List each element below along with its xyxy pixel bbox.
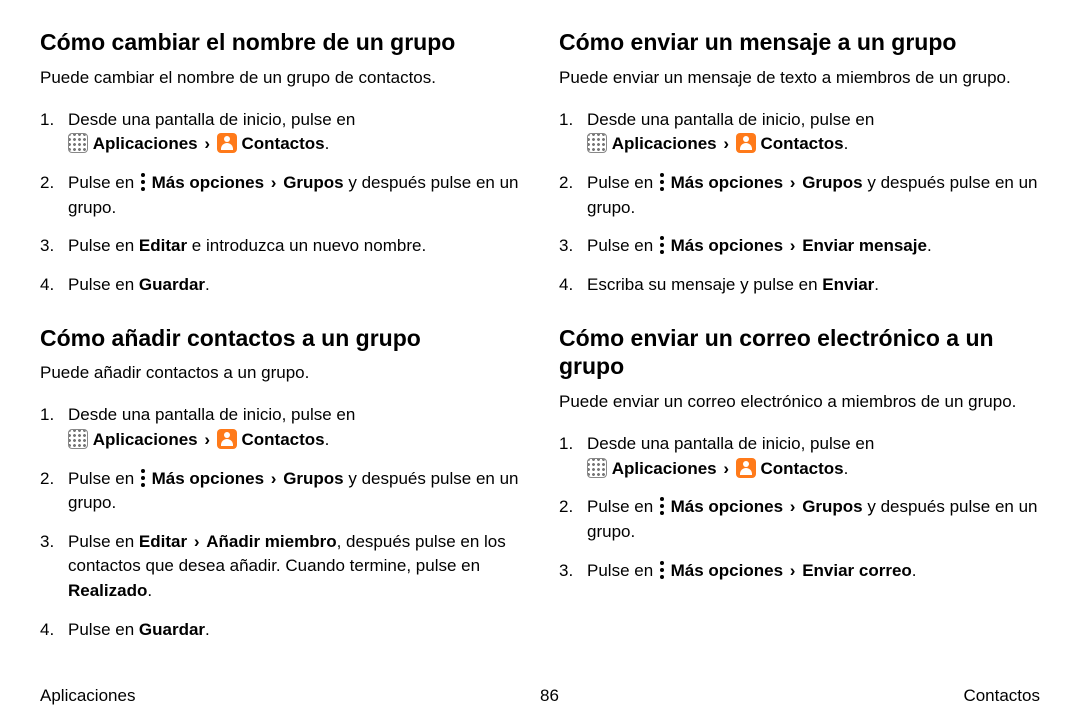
more-icon — [139, 173, 147, 191]
list-item: Pulse en Editar e introduzca un nuevo no… — [40, 234, 521, 259]
apps-icon — [68, 429, 88, 449]
list-item: Escriba su mensaje y pulse en Enviar. — [559, 273, 1040, 298]
section-send-message: Cómo enviar un mensaje a un grupo Puede … — [559, 28, 1040, 298]
intro-text: Puede añadir contactos a un grupo. — [40, 362, 521, 385]
list-item: Pulse en Más opciones › Grupos y después… — [40, 467, 521, 516]
step-list: Desde una pantalla de inicio, pulse en A… — [559, 432, 1040, 583]
list-item: Desde una pantalla de inicio, pulse en A… — [40, 108, 521, 157]
list-item: Pulse en Guardar. — [40, 273, 521, 298]
more-icon — [658, 173, 666, 191]
chevron-icon: › — [192, 532, 202, 551]
chevron-icon: › — [269, 173, 279, 192]
more-icon — [658, 561, 666, 579]
chevron-icon: › — [202, 134, 212, 153]
list-item: Desde una pantalla de inicio, pulse en A… — [559, 432, 1040, 481]
more-icon — [658, 236, 666, 254]
section-send-email: Cómo enviar un correo electrónico a un g… — [559, 324, 1040, 584]
heading: Cómo cambiar el nombre de un grupo — [40, 28, 521, 57]
list-item: Pulse en Más opciones › Enviar mensaje. — [559, 234, 1040, 259]
list-item: Pulse en Más opciones › Grupos y después… — [40, 171, 521, 220]
list-item: Desde una pantalla de inicio, pulse en A… — [559, 108, 1040, 157]
right-column: Cómo enviar un mensaje a un grupo Puede … — [559, 28, 1040, 678]
step-list: Desde una pantalla de inicio, pulse en A… — [559, 108, 1040, 298]
contacts-icon — [217, 429, 237, 449]
more-icon — [658, 497, 666, 515]
contacts-label: Contactos — [241, 134, 324, 153]
section-add-contacts: Cómo añadir contactos a un grupo Puede a… — [40, 324, 521, 643]
chevron-icon: › — [269, 469, 279, 488]
step-list: Desde una pantalla de inicio, pulse en A… — [40, 403, 521, 642]
apps-icon — [587, 133, 607, 153]
footer-right: Contactos — [963, 686, 1040, 706]
intro-text: Puede cambiar el nombre de un grupo de c… — [40, 67, 521, 90]
chevron-icon: › — [788, 236, 798, 255]
apps-label: Aplicaciones — [93, 134, 198, 153]
chevron-icon: › — [721, 134, 731, 153]
chevron-icon: › — [788, 497, 798, 516]
chevron-icon: › — [788, 561, 798, 580]
heading: Cómo enviar un correo electrónico a un g… — [559, 324, 1040, 382]
more-icon — [139, 469, 147, 487]
list-item: Pulse en Guardar. — [40, 618, 521, 643]
contacts-icon — [217, 133, 237, 153]
list-item: Pulse en Más opciones › Enviar correo. — [559, 559, 1040, 584]
step-list: Desde una pantalla de inicio, pulse en A… — [40, 108, 521, 298]
list-item: Pulse en Más opciones › Grupos y después… — [559, 171, 1040, 220]
list-item: Pulse en Editar › Añadir miembro, despué… — [40, 530, 521, 604]
heading: Cómo enviar un mensaje a un grupo — [559, 28, 1040, 57]
page-footer: Aplicaciones 86 Contactos — [40, 678, 1040, 706]
heading: Cómo añadir contactos a un grupo — [40, 324, 521, 353]
apps-icon — [587, 458, 607, 478]
contacts-icon — [736, 133, 756, 153]
page-content: Cómo cambiar el nombre de un grupo Puede… — [40, 28, 1040, 678]
footer-left: Aplicaciones — [40, 686, 135, 706]
intro-text: Puede enviar un correo electrónico a mie… — [559, 391, 1040, 414]
chevron-icon: › — [202, 430, 212, 449]
footer-page-number: 86 — [540, 686, 559, 706]
section-rename-group: Cómo cambiar el nombre de un grupo Puede… — [40, 28, 521, 298]
chevron-icon: › — [788, 173, 798, 192]
apps-icon — [68, 133, 88, 153]
chevron-icon: › — [721, 459, 731, 478]
list-item: Desde una pantalla de inicio, pulse en A… — [40, 403, 521, 452]
contacts-icon — [736, 458, 756, 478]
left-column: Cómo cambiar el nombre de un grupo Puede… — [40, 28, 521, 678]
list-item: Pulse en Más opciones › Grupos y después… — [559, 495, 1040, 544]
intro-text: Puede enviar un mensaje de texto a miemb… — [559, 67, 1040, 90]
